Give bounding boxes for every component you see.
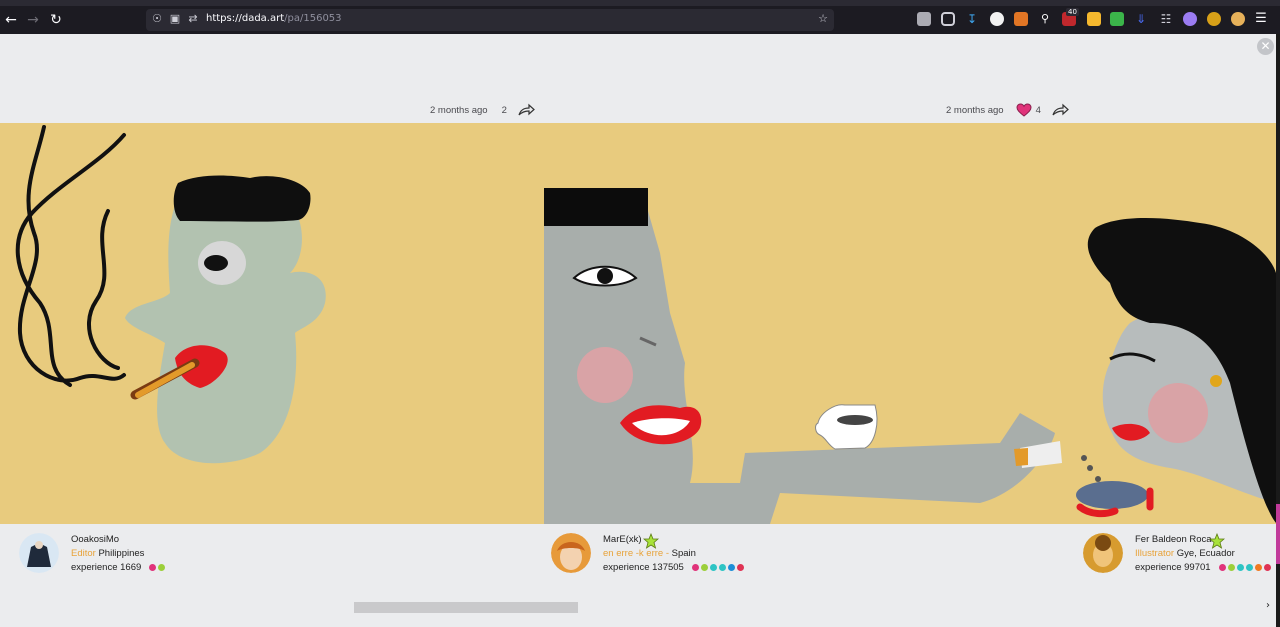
author-role-line: en erre -k erre - Spain: [603, 548, 696, 559]
key-icon[interactable]: ⚲: [1038, 12, 1052, 26]
badge-dots: [691, 563, 744, 571]
back-arrow-icon[interactable]: ←: [2, 11, 20, 29]
author-card-2[interactable]: MarE(xk) en erre -k erre - Spain experie…: [551, 531, 811, 575]
badge-dot: [691, 563, 699, 571]
menu-icon[interactable]: ☰: [1254, 12, 1268, 26]
author-experience: experience 137505: [603, 562, 744, 573]
author-name[interactable]: MarE(xk): [603, 534, 642, 545]
badge-dot: [709, 563, 717, 571]
avatar[interactable]: [19, 533, 59, 573]
chevrons-icon[interactable]: ⇓: [1134, 12, 1148, 26]
star-icon: [643, 533, 659, 549]
badge-dot: [736, 563, 744, 571]
badge-dot: [1236, 563, 1244, 571]
like-count: 2: [501, 104, 507, 116]
experience-value: 1669: [120, 562, 142, 573]
author-role: Illustrator: [1135, 548, 1175, 559]
extension-yellow-icon[interactable]: [1087, 12, 1101, 26]
author-name[interactable]: Fer Baldeon Roca: [1135, 534, 1212, 545]
experience-label: experience: [71, 562, 118, 573]
badge-dot: [727, 563, 735, 571]
browser-toolbar: ← → ↻ ☉ ▣ ⇄ https://dada.art/pa/156053 ☆…: [0, 0, 1280, 34]
author-experience: experience 1669: [71, 562, 166, 573]
forward-arrow-icon[interactable]: →: [24, 11, 42, 29]
badge-dot: [1263, 563, 1271, 571]
like-count: 4: [1035, 104, 1041, 116]
post-time: 2 months ago: [430, 104, 488, 116]
author-experience: experience 99701: [1135, 562, 1271, 573]
permissions-icon[interactable]: ⇄: [186, 12, 200, 26]
experience-label: experience: [1135, 562, 1182, 573]
extension-purple-icon[interactable]: [1183, 12, 1197, 26]
author-location: Spain: [671, 548, 696, 559]
share-icon[interactable]: [1051, 103, 1069, 117]
badge-dots: [1218, 563, 1271, 571]
reload-icon[interactable]: ↻: [47, 11, 65, 29]
metamask-icon[interactable]: [1014, 12, 1028, 26]
vertical-scrollbar-thumb[interactable]: [1276, 504, 1280, 564]
url-path: /pa/156053: [284, 13, 342, 24]
author-card-3[interactable]: Fer Baldeon Roca Illustrator Gye, Ecuado…: [1083, 531, 1273, 575]
avatar[interactable]: [1083, 533, 1123, 573]
author-role-line: Illustrator Gye, Ecuador: [1135, 548, 1235, 559]
address-bar[interactable]: ☉ ▣ ⇄ https://dada.art/pa/156053 ☆: [146, 9, 834, 31]
screenshot-icon[interactable]: [917, 12, 931, 26]
bookmark-star-icon[interactable]: ☆: [816, 12, 830, 26]
extension-badge: 40: [1066, 8, 1079, 16]
artwork-image[interactable]: [0, 123, 1276, 524]
page-content: ✕ 2 months ago 2 2 months ago 4 OoakosiM…: [0, 34, 1276, 627]
url-host: https://dada.art: [206, 13, 285, 24]
url-text[interactable]: https://dada.art/pa/156053: [206, 13, 342, 24]
badge-dot: [1218, 563, 1226, 571]
experience-label: experience: [603, 562, 650, 573]
badge-dot: [1254, 563, 1262, 571]
extension-gold-icon[interactable]: [1207, 12, 1221, 26]
badge-dots: [149, 563, 166, 571]
puzzle-extensions-icon[interactable]: ☷: [1159, 12, 1173, 26]
lock-icon[interactable]: ▣: [168, 12, 182, 26]
experience-value: 99701: [1184, 562, 1211, 573]
author-name[interactable]: OoakosiMo: [71, 534, 119, 545]
badge-dot: [718, 563, 726, 571]
experience-value: 137505: [652, 562, 684, 573]
horizontal-scrollbar[interactable]: [0, 600, 1276, 614]
star-icon: [1209, 533, 1225, 549]
extension-green-icon[interactable]: [1110, 12, 1124, 26]
shield-icon[interactable]: ☉: [150, 12, 164, 26]
avatar[interactable]: [551, 533, 591, 573]
close-icon[interactable]: ✕: [1257, 38, 1274, 55]
badge-dot: [1227, 563, 1235, 571]
post-time: 2 months ago: [946, 104, 1004, 116]
vertical-scrollbar[interactable]: [1276, 34, 1280, 627]
badge-dot: [158, 563, 166, 571]
author-role-line: Editor Philippines: [71, 548, 144, 559]
badge-dot: [700, 563, 708, 571]
cookie-icon[interactable]: [990, 12, 1004, 26]
pocket-icon[interactable]: [941, 12, 955, 26]
post-meta-1: 2 months ago 2: [430, 102, 535, 118]
author-location: Gye, Ecuador: [1176, 548, 1235, 559]
scroll-right-arrow-icon[interactable]: ›: [1266, 600, 1276, 612]
author-role: en erre -k erre -: [603, 548, 669, 559]
share-icon[interactable]: [517, 103, 535, 117]
author-role: Editor: [71, 548, 96, 559]
post-meta-2: 2 months ago 4: [946, 102, 1069, 118]
account-avatar-icon[interactable]: [1231, 12, 1245, 26]
author-location: Philippines: [98, 548, 145, 559]
horizontal-scrollbar-thumb[interactable]: [354, 602, 578, 613]
author-card-1[interactable]: OoakosiMo Editor Philippines experience …: [19, 531, 279, 575]
heart-icon[interactable]: [1016, 103, 1032, 117]
badge-dot: [1245, 563, 1253, 571]
badge-dot: [149, 563, 157, 571]
download-icon[interactable]: ↧: [965, 12, 979, 26]
